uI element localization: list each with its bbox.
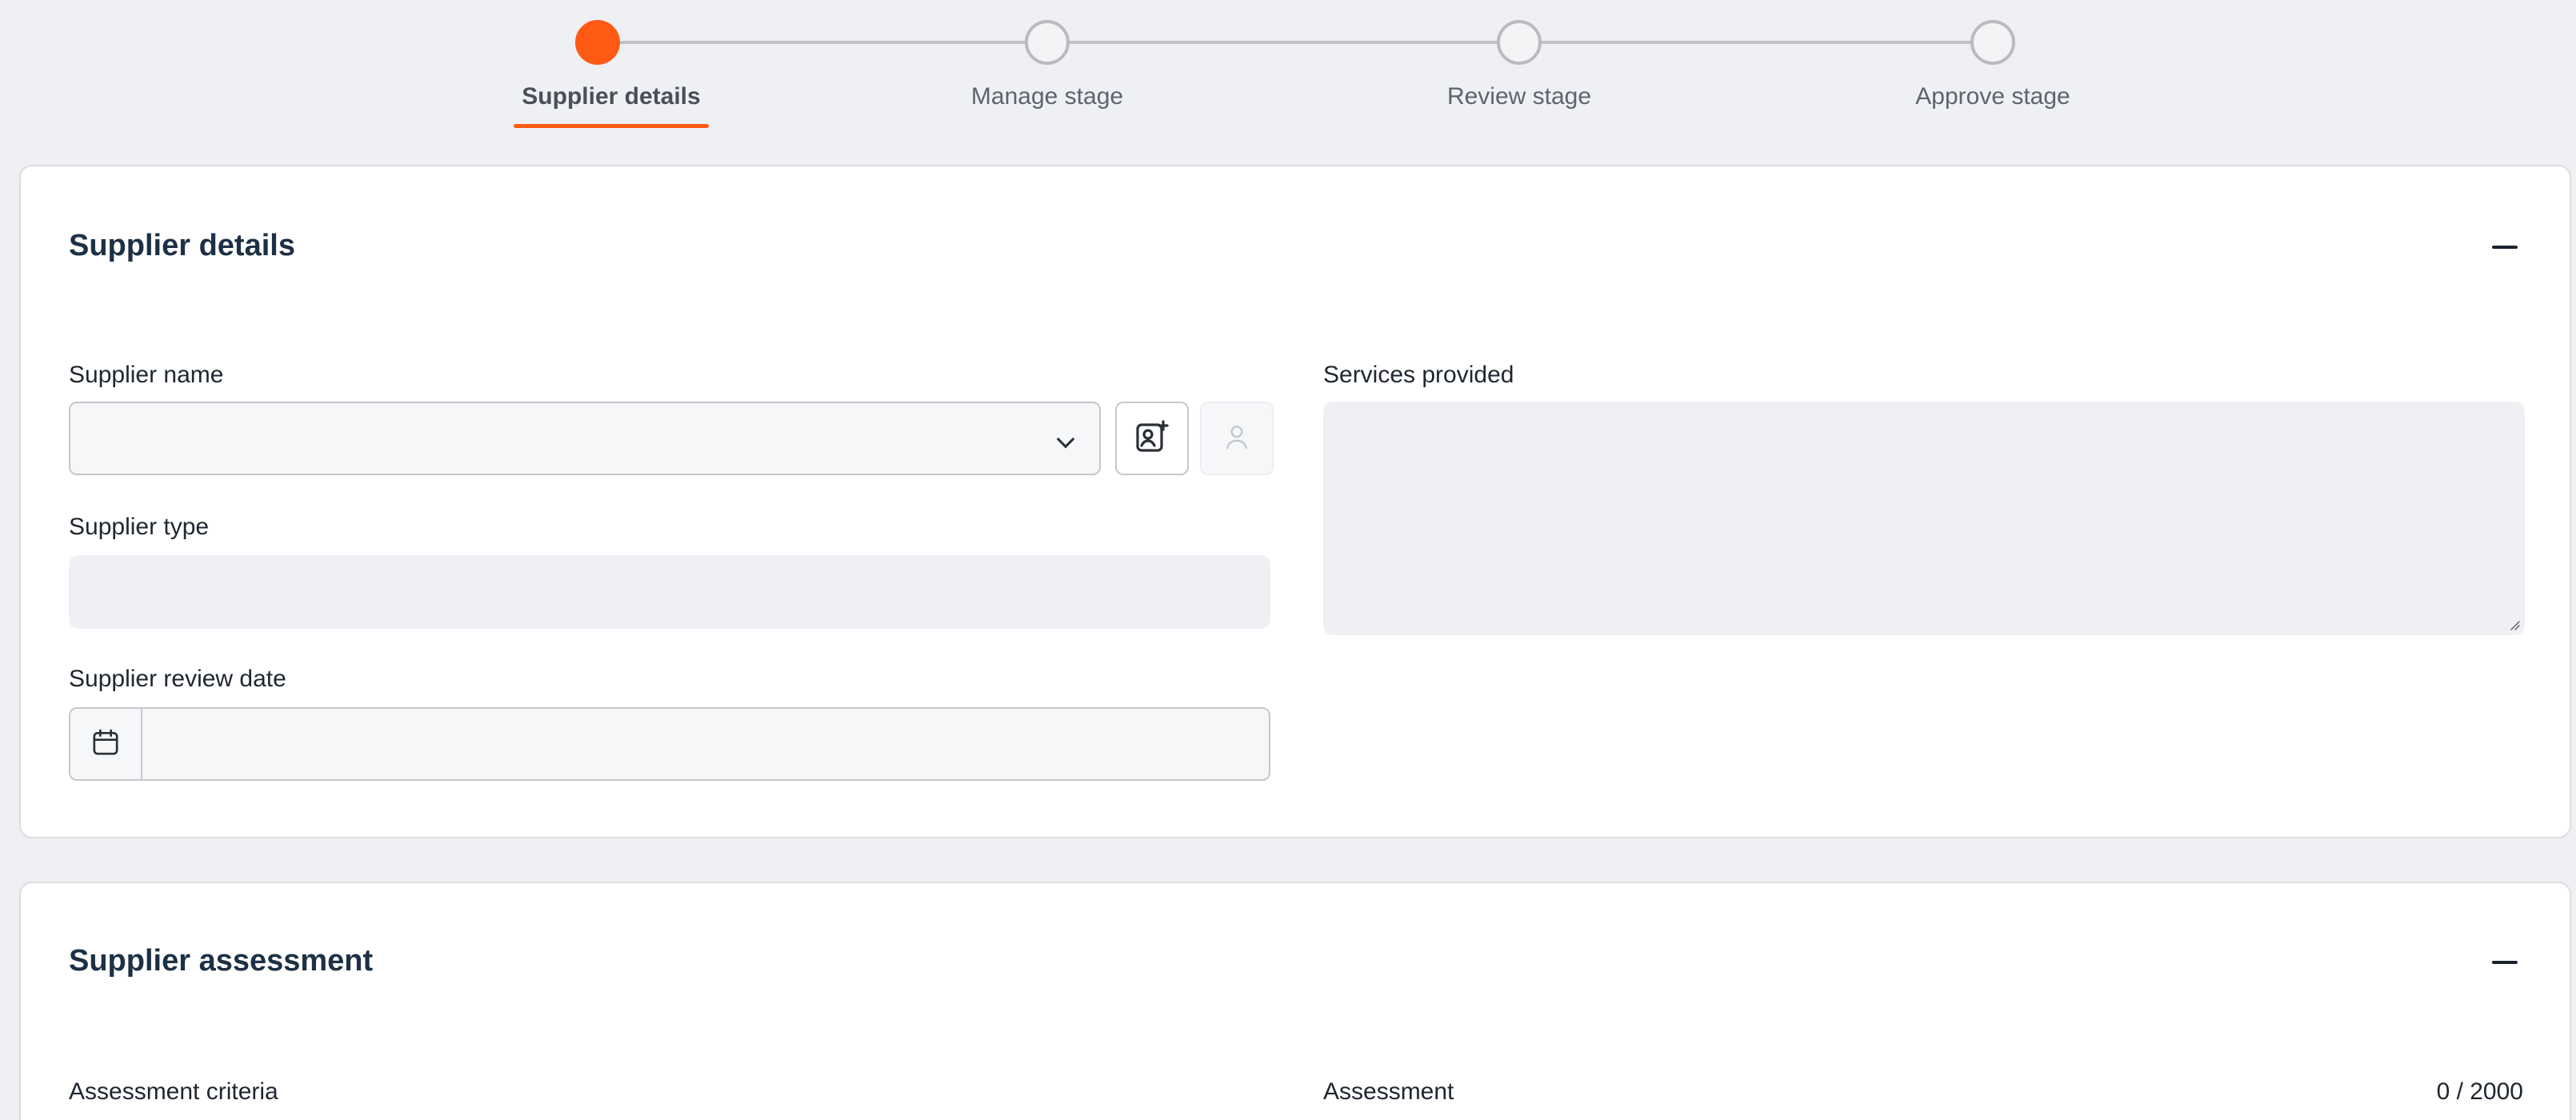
- add-supplier-contact-button[interactable]: [1115, 402, 1189, 475]
- services-provided-label: Services provided: [1323, 362, 1514, 388]
- assessment-criteria-label: Assessment criteria: [69, 1078, 278, 1105]
- progress-stepper: Supplier details Manage stage Review sta…: [0, 0, 2576, 144]
- supplier-type-label: Supplier type: [69, 514, 210, 540]
- active-step-underline: [514, 124, 709, 128]
- review-date-input[interactable]: [69, 707, 1270, 781]
- page: Supplier details Manage stage Review sta…: [0, 0, 2576, 1120]
- step-label-manage-stage[interactable]: Manage stage: [887, 83, 1207, 110]
- step-dot-approve-stage[interactable]: [1970, 20, 2015, 65]
- step-label-approve-stage[interactable]: Approve stage: [1833, 83, 2153, 110]
- calendar-icon: [90, 726, 122, 762]
- supplier-assessment-title: Supplier assessment: [69, 944, 374, 978]
- step-dot-manage-stage[interactable]: [1025, 20, 1070, 65]
- stepper-track: [598, 41, 1993, 44]
- supplier-assessment-card: Supplier assessment Assessment criteria …: [19, 882, 2571, 1120]
- assessment-label: Assessment: [1323, 1078, 1454, 1105]
- step-label-supplier-details[interactable]: Supplier details: [451, 83, 771, 110]
- step-label-review-stage[interactable]: Review stage: [1359, 83, 1679, 110]
- review-date-label: Supplier review date: [69, 666, 286, 692]
- supplier-details-title: Supplier details: [69, 229, 295, 262]
- user-icon: [1222, 422, 1252, 456]
- supplier-type-field[interactable]: [69, 555, 1270, 629]
- step-dot-supplier-details[interactable]: [575, 20, 620, 65]
- view-supplier-user-button[interactable]: [1200, 402, 1274, 475]
- chevron-down-icon: [1056, 430, 1075, 449]
- supplier-details-card: Supplier details Supplier name Supplier …: [19, 165, 2571, 838]
- assessment-character-counter: 0 / 2000: [2436, 1078, 2523, 1105]
- resize-grip-icon[interactable]: [2509, 619, 2520, 630]
- collapse-supplier-details-button[interactable]: [2491, 234, 2518, 261]
- supplier-name-select[interactable]: [69, 402, 1101, 475]
- services-provided-textarea[interactable]: [1323, 402, 2525, 635]
- collapse-supplier-assessment-button[interactable]: [2491, 949, 2518, 976]
- add-contact-icon: [1133, 418, 1171, 460]
- supplier-name-label: Supplier name: [69, 362, 224, 388]
- step-dot-review-stage[interactable]: [1497, 20, 1542, 65]
- calendar-button[interactable]: [70, 709, 142, 779]
